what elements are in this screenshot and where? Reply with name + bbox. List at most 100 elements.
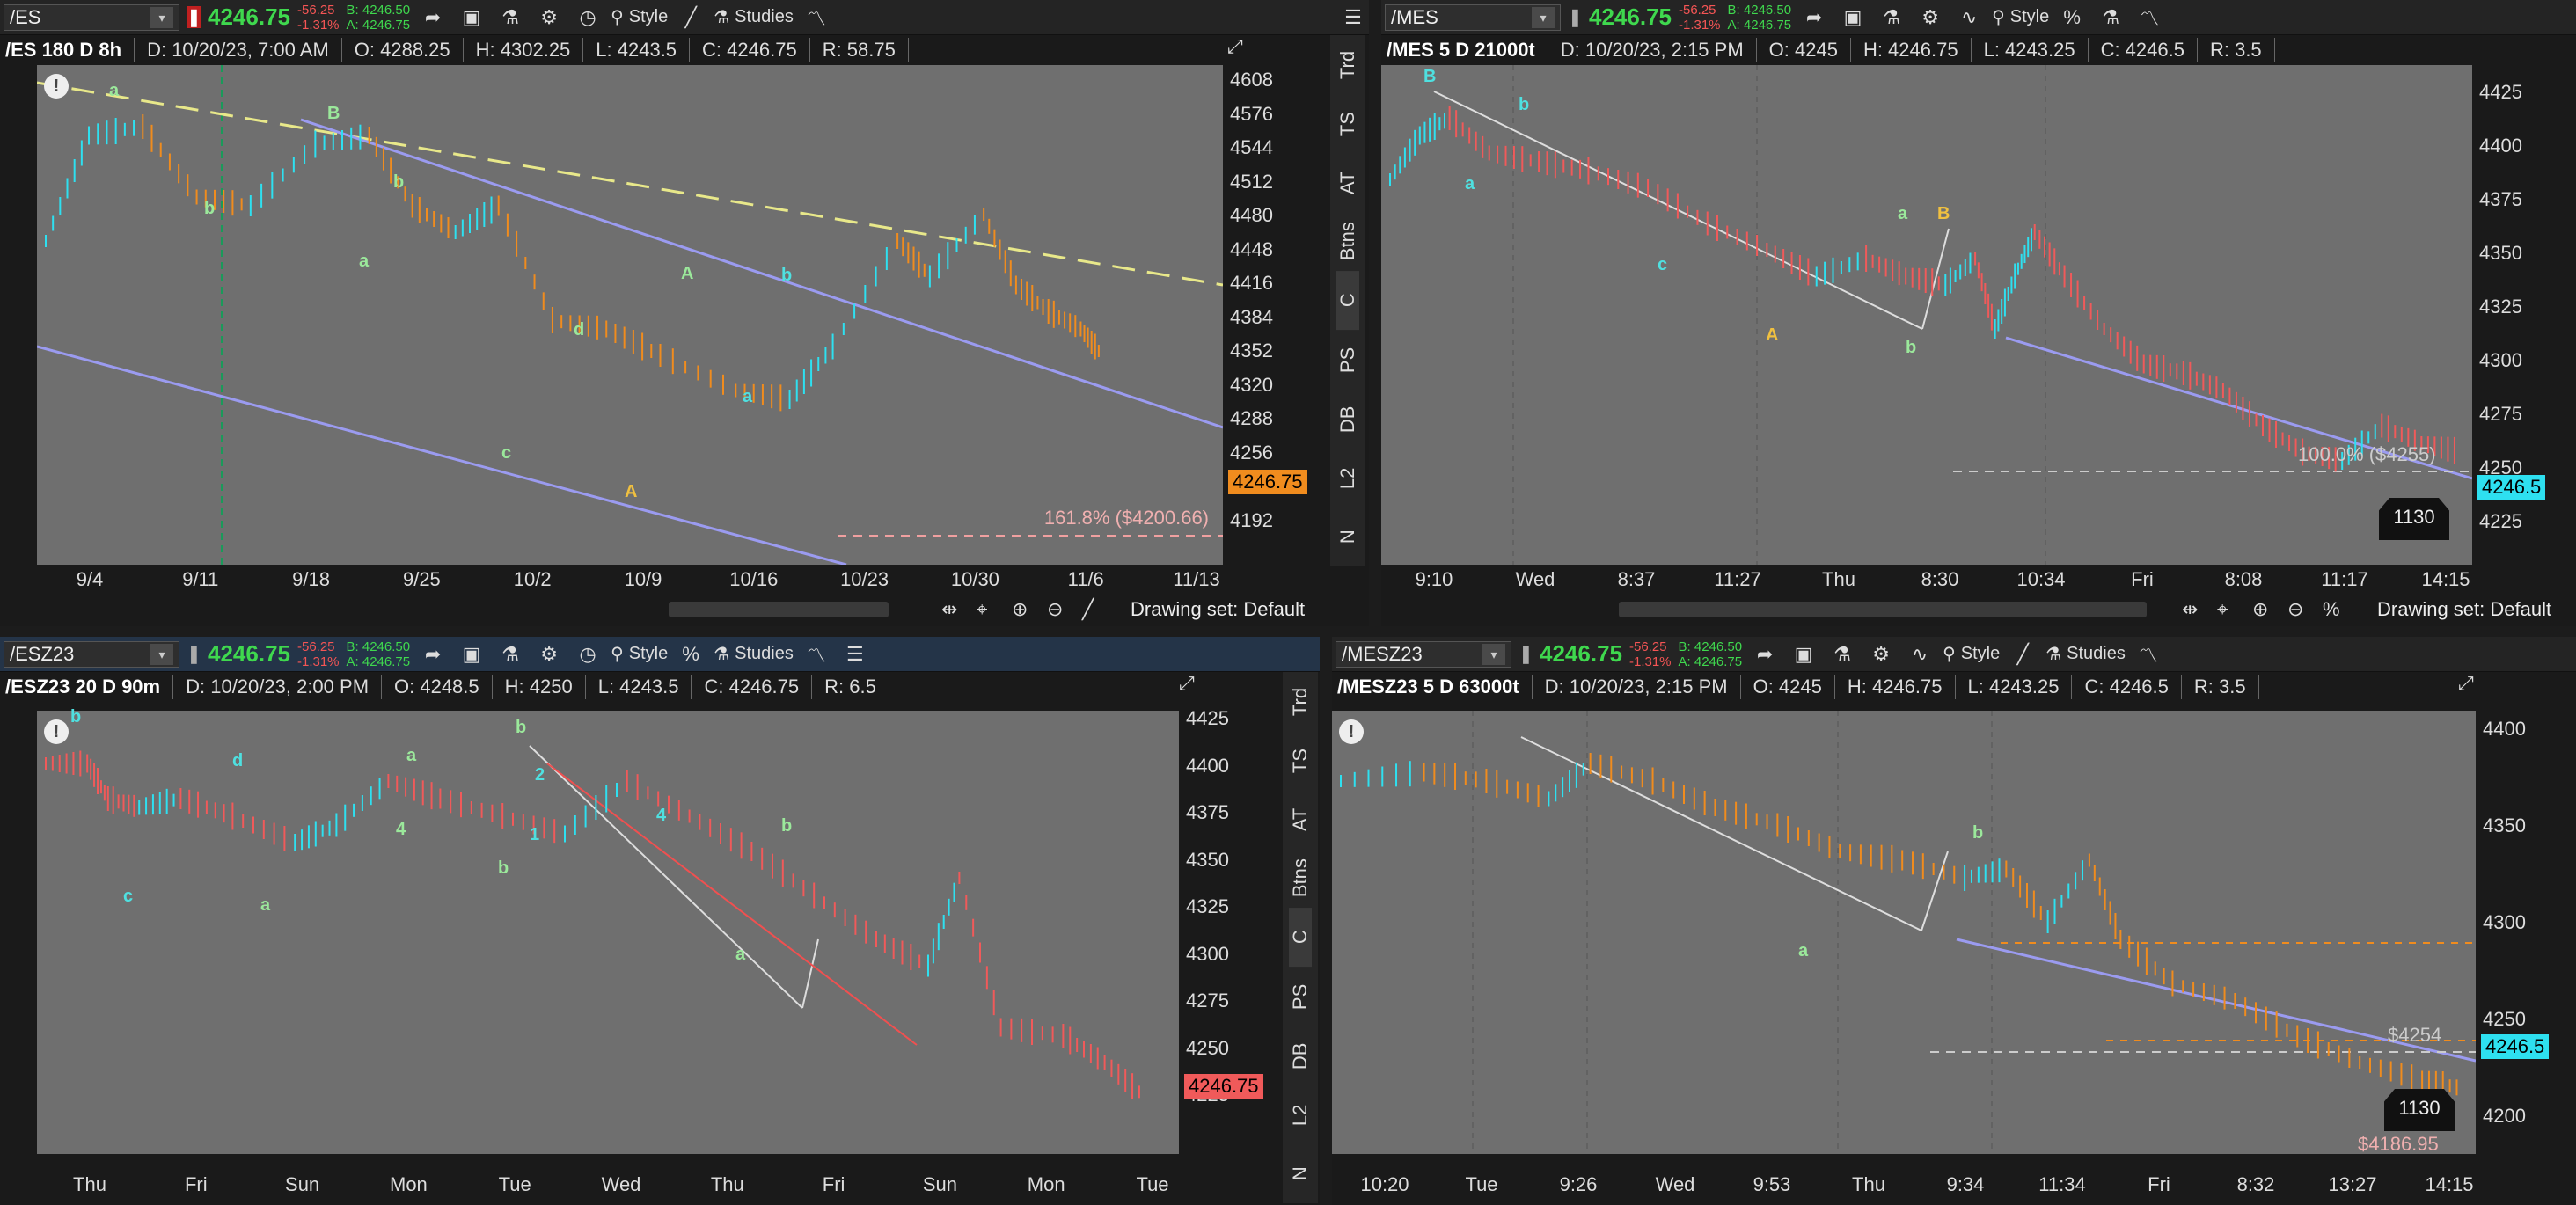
time-axis[interactable]: 9:10 Wed 8:37 11:27 Thu 8:30 10:34 Fri 8:08 11:17… [1381, 565, 2472, 596]
price-axis[interactable]: 442544004375435043254300427542504225 424… [2472, 65, 2576, 565]
side-tab-ts[interactable]: TS [1336, 94, 1359, 153]
symbol-selector[interactable]: /ESZ23 ▾ [4, 640, 179, 668]
price-axis[interactable]: 4608 4576 4544 4512 4480 4448 4416 4384 4352 4320… [1223, 65, 1321, 565]
menu-icon[interactable]: ☰ [839, 643, 871, 666]
price-axis[interactable]: 442544004375435043254300427542504225 424… [1179, 707, 1277, 1154]
side-tab-l2[interactable]: L2 [1289, 1085, 1312, 1144]
zoom-out-icon[interactable]: ⊖ [1047, 598, 1063, 621]
chart-type-icon[interactable]: 〽 [2133, 4, 2165, 32]
snapshot-icon[interactable]: ▣ [456, 6, 487, 29]
trend-line-white[interactable] [529, 745, 803, 1009]
snapshot-icon[interactable]: ▣ [456, 643, 487, 666]
zoom-out-icon[interactable]: ⊖ [2287, 598, 2303, 621]
flask-icon[interactable]: ⚗ [2095, 6, 2126, 29]
style-button[interactable]: ⚲ Style [611, 643, 668, 665]
crosshair-icon[interactable]: ⌖ [2217, 598, 2228, 621]
studies-button[interactable]: ⚗ Studies [714, 643, 794, 665]
trend-line-yellow[interactable] [37, 81, 1223, 287]
symbol-selector[interactable]: /MESZ23 ▾ [1336, 640, 1511, 668]
chart-type-icon[interactable]: 〽 [2133, 640, 2164, 668]
flask-icon[interactable]: ⚗ [494, 6, 526, 29]
info-icon[interactable]: ! [44, 719, 69, 744]
snapshot-icon[interactable]: ▣ [1788, 643, 1819, 666]
clock-icon[interactable]: ◷ [572, 643, 604, 666]
side-tab-c[interactable]: C [1336, 271, 1359, 331]
channel-lower-line[interactable] [37, 345, 847, 565]
link-icon[interactable]: ❚ [187, 6, 201, 28]
link-icon[interactable]: ❚ [1568, 6, 1583, 28]
percent-icon[interactable]: % [2323, 598, 2340, 621]
share-icon[interactable]: ➦ [1749, 643, 1781, 666]
side-tab-btns[interactable]: Btns [1289, 849, 1312, 908]
horizontal-scrollbar[interactable] [669, 602, 889, 617]
clock-icon[interactable]: ◷ [572, 6, 604, 29]
chevron-down-icon[interactable]: ▾ [150, 6, 173, 28]
side-tab-trd[interactable]: Trd [1336, 35, 1359, 94]
price-plot[interactable]: B b a c a B A b 100.0% ($4255) 1130 [1381, 65, 2472, 565]
flask-icon[interactable]: ⚗ [1876, 6, 1907, 29]
side-tab-ts[interactable]: TS [1289, 731, 1312, 790]
price-axis[interactable]: 4400 4350 4300 4250 4200 4246.5 [2476, 711, 2576, 1154]
chevron-down-icon[interactable]: ▾ [150, 643, 173, 665]
percent-icon[interactable]: % [675, 643, 706, 666]
side-tab-c[interactable]: C [1289, 908, 1312, 968]
drawing-set-label[interactable]: Drawing set: Default [2377, 598, 2551, 621]
side-tab-ps[interactable]: PS [1289, 968, 1312, 1026]
gear-icon[interactable]: ⚙ [533, 6, 565, 29]
menu-icon[interactable]: ☰ [1337, 6, 1369, 29]
crosshair-icon[interactable]: ⌖ [977, 598, 987, 621]
studies-button[interactable]: ⚗ Studies [714, 6, 794, 28]
expand-icon[interactable]: ⤢ [2458, 672, 2572, 695]
channel-upper-line[interactable] [300, 118, 1223, 429]
symbol-selector[interactable]: /MES ▾ [1385, 4, 1561, 31]
zoom-in-icon[interactable]: ⊕ [1012, 598, 1028, 621]
flask-icon[interactable]: ⚗ [1826, 643, 1858, 666]
pencil-icon[interactable]: ╱ [1082, 598, 1094, 621]
price-plot[interactable]: ! b d c a a 4 b 2 1 b 4 a b [37, 707, 1179, 1154]
indicator-icon[interactable]: ∿ [1953, 6, 1985, 29]
side-tab-n[interactable]: N [1336, 508, 1359, 566]
time-axis[interactable]: 9/4 9/11 9/18 9/25 10/2 10/9 10/16 10/23 10/30 11… [37, 565, 1223, 596]
share-icon[interactable]: ➦ [417, 643, 449, 666]
gear-icon[interactable]: ⚙ [1914, 6, 1946, 29]
style-button[interactable]: ⚲ Style [611, 6, 668, 28]
trend-line-white[interactable] [801, 938, 819, 1009]
flask-icon[interactable]: ⚗ [494, 643, 526, 666]
chart-type-icon[interactable]: 〽 [801, 640, 832, 668]
side-tab-l2[interactable]: L2 [1336, 449, 1359, 508]
info-icon[interactable]: ! [44, 74, 69, 99]
drawing-tool-icon[interactable]: ╱ [2007, 643, 2038, 666]
chevron-down-icon[interactable]: ▾ [1482, 643, 1505, 665]
side-tab-db[interactable]: DB [1289, 1026, 1312, 1085]
style-button[interactable]: ⚲ Style [1943, 643, 2000, 665]
gear-icon[interactable]: ⚙ [533, 643, 565, 666]
zoom-fit-icon[interactable]: ⇹ [941, 598, 957, 621]
side-tab-db[interactable]: DB [1336, 390, 1359, 449]
zoom-in-icon[interactable]: ⊕ [2252, 598, 2268, 621]
share-icon[interactable]: ➦ [1798, 6, 1830, 29]
side-tab-n[interactable]: N [1289, 1144, 1312, 1203]
chevron-down-icon[interactable]: ▾ [1532, 6, 1555, 28]
link-icon[interactable]: ❚ [1519, 643, 1533, 665]
symbol-selector[interactable]: /ES ▾ [4, 4, 179, 31]
side-tab-at[interactable]: AT [1336, 153, 1359, 212]
chart-type-icon[interactable]: 〽 [801, 4, 832, 32]
price-plot[interactable]: ! a b B b a d c A A b a 161.8% ($4200.66… [37, 65, 1223, 565]
share-icon[interactable]: ➦ [417, 6, 449, 29]
info-icon[interactable]: ! [1339, 719, 1364, 744]
time-axis[interactable]: 10:20 Tue 9:26 Wed 9:53 Thu 9:34 11:34 Fri 8:32 13… [1332, 1170, 2476, 1201]
link-icon[interactable]: ❚ [187, 643, 201, 665]
side-tab-at[interactable]: AT [1289, 790, 1312, 849]
drawing-tool-icon[interactable]: ╱ [675, 6, 706, 29]
side-tab-trd[interactable]: Trd [1289, 672, 1312, 731]
percent-icon[interactable]: % [2056, 6, 2088, 29]
zoom-fit-icon[interactable]: ⇹ [2182, 598, 2198, 621]
horizontal-scrollbar[interactable] [1619, 602, 2147, 617]
studies-button[interactable]: ⚗ Studies [2045, 643, 2126, 665]
drawing-set-label[interactable]: Drawing set: Default [1131, 598, 1305, 621]
price-plot[interactable]: ! a b $4254 $4186.95 1130 [1332, 711, 2476, 1155]
trend-line-white[interactable] [1921, 851, 1949, 931]
style-button[interactable]: ⚲ Style [1992, 6, 2049, 28]
trend-line-white[interactable] [1520, 736, 1922, 931]
side-tab-btns[interactable]: Btns [1336, 212, 1359, 271]
